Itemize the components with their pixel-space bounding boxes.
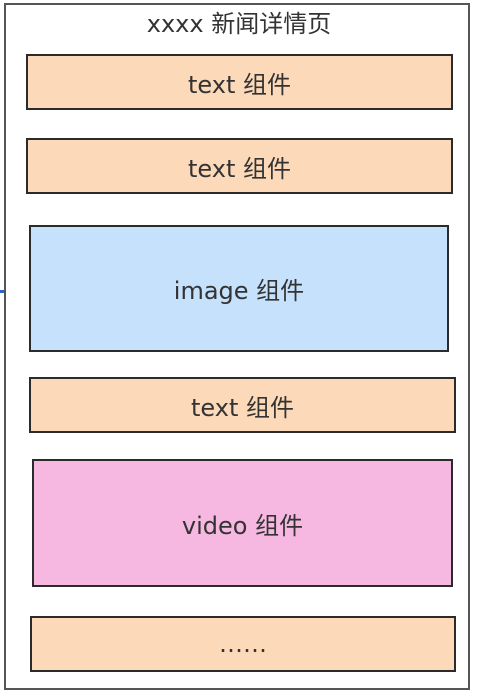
block-label: …… [219,630,267,658]
edge-mark [0,290,4,293]
block-label: image 组件 [173,277,305,305]
block-label: text 组件 [191,393,294,422]
text-component-block: text 组件 [29,377,456,433]
image-component-block: image 组件 [29,225,449,352]
block-label: text 组件 [188,70,291,99]
page-title: xxxx 新闻详情页 [146,10,332,38]
text-component-block: text 组件 [26,138,453,194]
block-label: video 组件 [181,511,304,540]
text-component-block: text 组件 [26,54,453,110]
video-component-block: video 组件 [32,459,453,587]
more-components-block: …… [30,616,456,672]
block-label: text 组件 [188,154,291,183]
